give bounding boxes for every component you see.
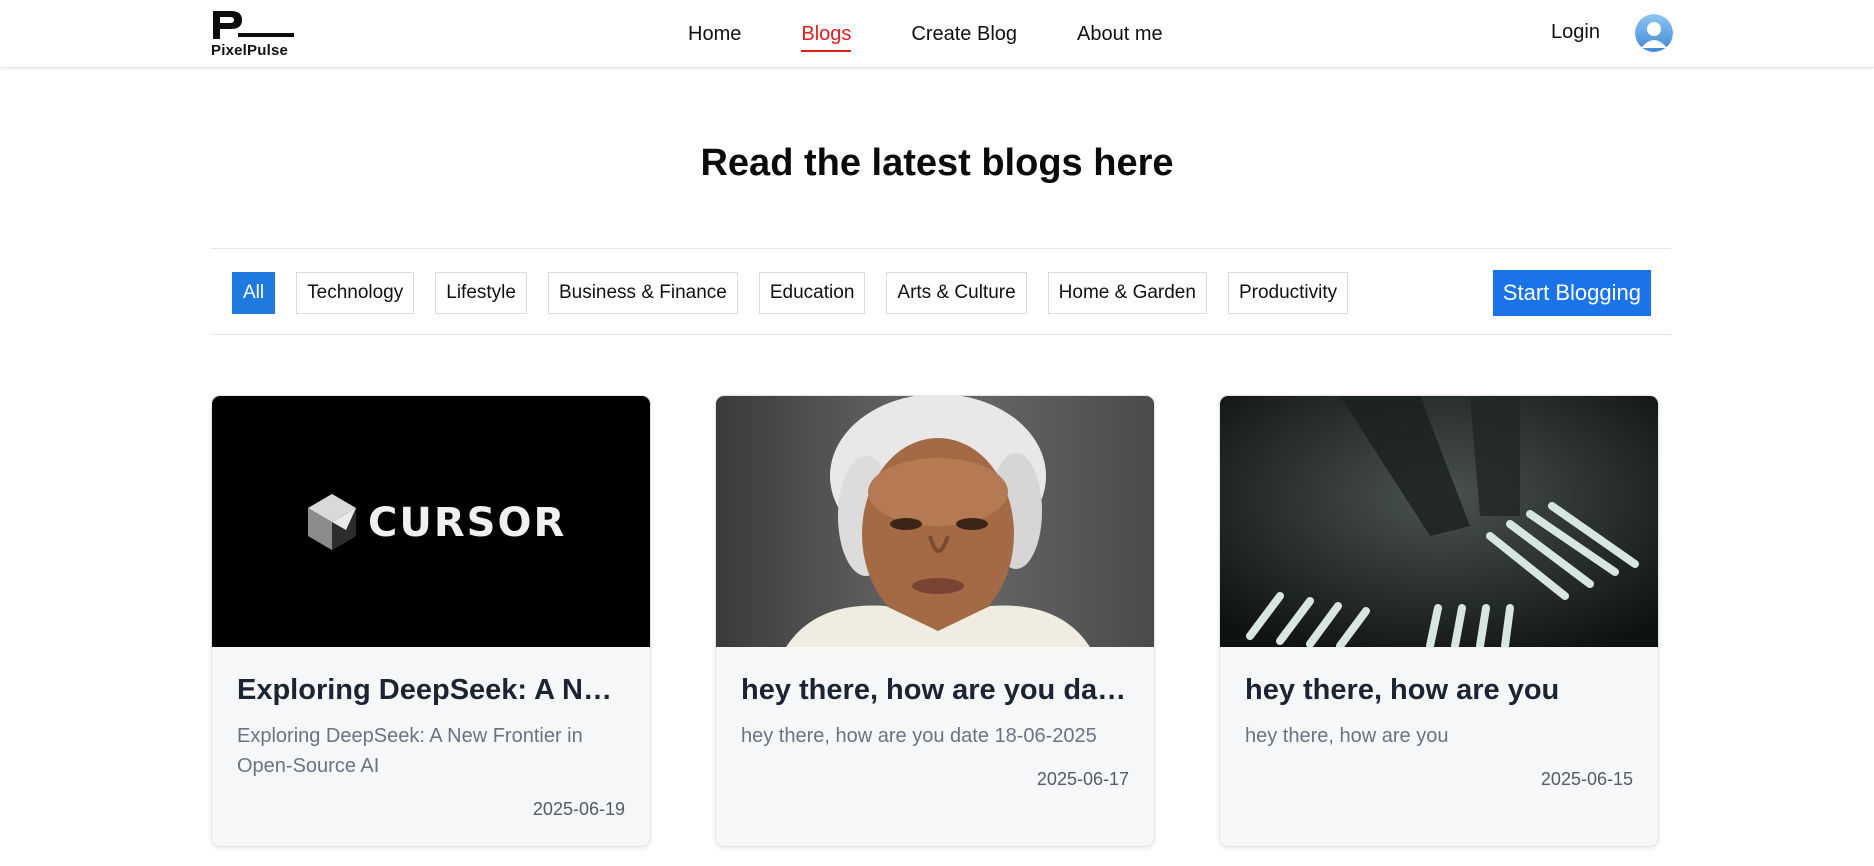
page-title: Read the latest blogs here (700, 142, 1174, 184)
blog-card[interactable]: hey there, how are you date 18-06-2025 h… (715, 395, 1155, 847)
blog-card[interactable]: CURSOR Exploring DeepSeek: A New Frontie… (211, 395, 651, 847)
blog-card-image-forks (1220, 396, 1658, 647)
nav-blogs-link[interactable]: Blogs (801, 23, 852, 52)
category-chip-arts-culture[interactable]: Arts & Culture (886, 272, 1027, 314)
category-chip-home-garden[interactable]: Home & Garden (1047, 272, 1207, 314)
nav-about-me-link[interactable]: About me (1077, 23, 1163, 46)
category-filter-bar: All Technology Lifestyle Business & Fina… (211, 248, 1671, 335)
blog-card-image-cursor: CURSOR (212, 396, 650, 647)
category-chip-lifestyle[interactable]: Lifestyle (435, 272, 527, 314)
blog-card-title: hey there, how are you date 18-06-2025 (741, 674, 1129, 706)
blog-card-title: hey there, how are you (1245, 674, 1560, 706)
blog-card-image-portrait (716, 396, 1154, 647)
blog-card-date: 2025-06-15 (1540, 769, 1633, 789)
blog-card-description: hey there, how are you (1245, 725, 1449, 747)
login-link[interactable]: Login (1551, 21, 1600, 44)
category-chip-productivity[interactable]: Productivity (1227, 272, 1349, 314)
logo-mark-icon (213, 11, 294, 39)
cursor-image-text: CURSOR (368, 500, 566, 546)
start-blogging-button[interactable]: Start Blogging (1492, 270, 1651, 316)
nav-create-blog-link[interactable]: Create Blog (911, 23, 1017, 46)
category-chips: All Technology Lifestyle Business & Fina… (232, 272, 1369, 314)
category-chip-all[interactable]: All (232, 272, 276, 314)
top-navbar: PixelPulse Home Blogs Create Blog About … (0, 0, 1874, 68)
category-chip-business-finance[interactable]: Business & Finance (547, 272, 738, 314)
user-avatar[interactable] (1635, 14, 1673, 52)
blog-card[interactable]: hey there, how are you hey there, how ar… (1219, 395, 1659, 847)
blog-card-date: 2025-06-17 (1036, 769, 1129, 789)
blog-card-description: Exploring DeepSeek: A New Frontier in Op… (237, 725, 583, 777)
pixelpulse-logo[interactable]: PixelPulse (211, 9, 295, 59)
user-avatar-icon (1635, 14, 1673, 52)
blog-card-date: 2025-06-19 (532, 799, 625, 819)
category-chip-education[interactable]: Education (758, 272, 866, 314)
blog-card-title: Exploring DeepSeek: A New Frontier in Op… (237, 674, 625, 706)
category-chip-technology[interactable]: Technology (296, 272, 415, 314)
main-nav: Home Blogs Create Blog About me (688, 0, 1223, 68)
blog-card-description: hey there, how are you date 18-06-2025 (741, 725, 1097, 747)
logo-text: PixelPulse (211, 42, 289, 59)
nav-home-link[interactable]: Home (688, 23, 741, 46)
blog-card-grid: CURSOR Exploring DeepSeek: A New Frontie… (211, 395, 1671, 866)
